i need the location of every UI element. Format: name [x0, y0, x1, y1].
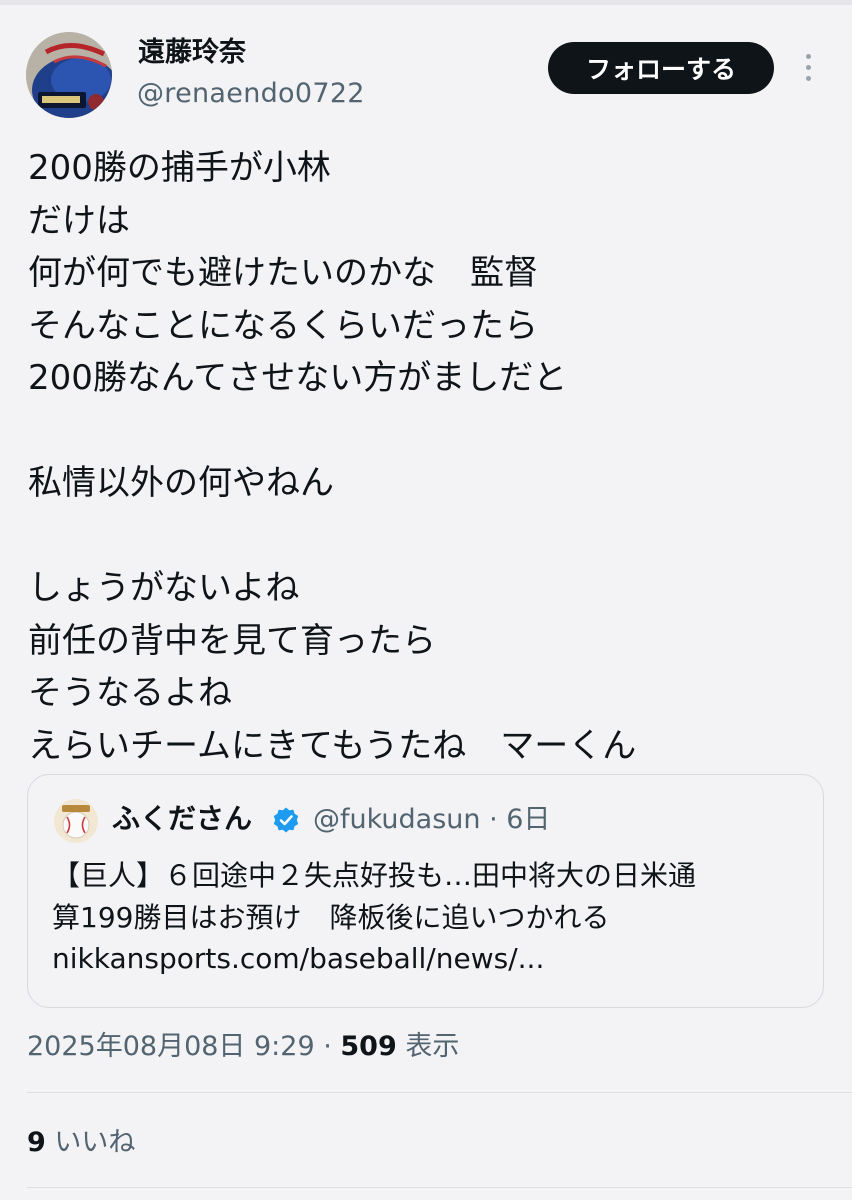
author-display-name[interactable]: 遠藤玲奈: [138, 36, 246, 70]
tweet-page: 遠藤玲奈 @renaendo0722 フォローする 200勝の捕手が小林 だけは…: [0, 0, 852, 1200]
follow-button[interactable]: フォローする: [548, 42, 774, 94]
quoted-line: 【巨人】６回途中２失点好投も…田中将大の日米通: [52, 859, 697, 892]
quoted-post-card[interactable]: ふくださん @fukudasun · 6日 【巨人】６回途中２失点好投も…田中将…: [27, 774, 824, 1008]
top-edge: [0, 0, 852, 5]
more-dot: [805, 76, 811, 81]
baseball-glove-icon: [26, 32, 112, 118]
verified-badge-icon: [273, 807, 299, 833]
quoted-link-line[interactable]: nikkansports.com/baseball/news/...: [52, 938, 822, 980]
post-line: しょうがないよね: [28, 568, 300, 608]
divider: [27, 1187, 852, 1188]
post-line: 200勝なんてさせない方がましだと: [28, 358, 568, 398]
post-line: 何が何でも避けたいのかな 監督: [28, 253, 538, 293]
post-line: だけは: [28, 200, 130, 241]
more-dot: [805, 54, 811, 59]
post-line: そんなことになるくらいだったら: [28, 305, 538, 346]
likes-row[interactable]: 9 いいね: [27, 1124, 135, 1162]
baseball-icon: [54, 799, 98, 843]
post-line: そうなるよね: [28, 673, 232, 713]
more-vertical-icon[interactable]: [798, 50, 818, 86]
post-line: えらいチームにきてもうたね マーくん: [28, 725, 637, 766]
views-count: 509: [340, 1031, 397, 1062]
post-line: 200勝の捕手が小林: [28, 148, 331, 188]
more-dot: [805, 65, 811, 70]
likes-label: いいね: [45, 1127, 136, 1158]
quoted-author-handle-time: @fukudasun · 6日: [313, 804, 551, 835]
post-timestamp[interactable]: 2025年08月08日 9:29: [27, 1031, 315, 1062]
divider: [27, 1092, 852, 1093]
quoted-author-avatar: [54, 799, 98, 843]
post-line: 私情以外の何やねん: [28, 463, 334, 503]
author-avatar[interactable]: [26, 32, 112, 118]
post-line-blank: [28, 405, 828, 458]
post-meta: 2025年08月08日 9:29 · 509 表示: [27, 1028, 459, 1066]
author-handle[interactable]: @renaendo0722: [137, 77, 365, 111]
post-text: 200勝の捕手が小林 だけは 何が何でも避けたいのかな 監督 そんなことになるく…: [28, 142, 828, 772]
quoted-line: 算199勝目はお預け 降板後に追いつかれる: [52, 900, 610, 934]
meta-separator: ·: [314, 1031, 341, 1062]
post-line-blank: [28, 510, 828, 563]
views-label: 表示: [396, 1031, 460, 1062]
likes-count: 9: [27, 1127, 46, 1158]
quoted-post-text: 【巨人】６回途中２失点好投も…田中将大の日米通 算199勝目はお預け 降板後に追…: [52, 855, 822, 980]
post-line: 前任の背中を見て育ったら: [28, 620, 436, 661]
quoted-author-name: ふくださん: [112, 802, 253, 835]
